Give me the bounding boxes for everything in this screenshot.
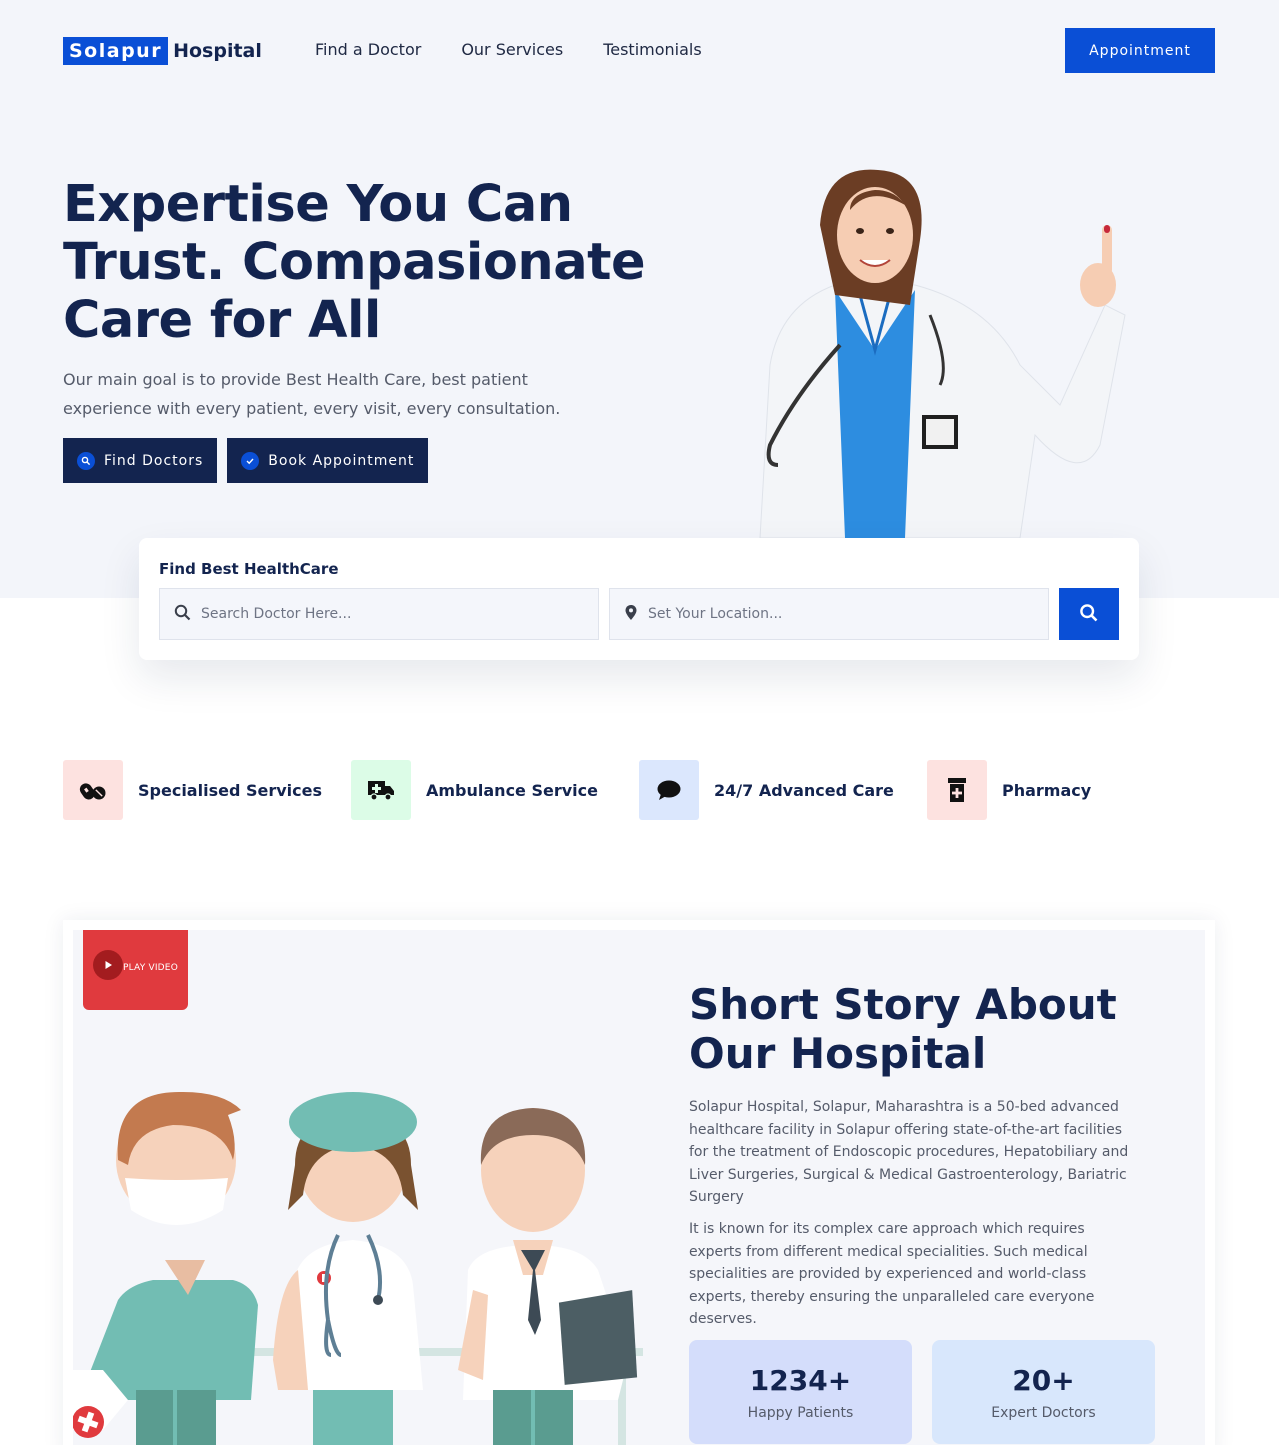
stat-value: 1234+ xyxy=(749,1364,852,1397)
prescription-bottle-icon xyxy=(927,760,987,820)
book-appointment-button[interactable]: Book Appointment xyxy=(227,438,429,483)
nav-link-testimonials[interactable]: Testimonials xyxy=(603,40,702,59)
about-paragraph-2: It is known for its complex care approac… xyxy=(689,1221,1095,1327)
logo[interactable]: Solapur Hospital xyxy=(63,37,262,65)
chat-bubble-icon xyxy=(639,760,699,820)
pills-icon xyxy=(63,760,123,820)
nav-link-our-services[interactable]: Our Services xyxy=(461,40,563,59)
search-submit-button[interactable] xyxy=(1059,588,1119,640)
book-appointment-label: Book Appointment xyxy=(268,452,415,469)
search-icon xyxy=(1079,603,1099,626)
ambulance-icon xyxy=(351,760,411,820)
find-doctors-button[interactable]: Find Doctors xyxy=(63,438,218,483)
play-video-button[interactable]: PLAY VIDEO xyxy=(83,930,188,1010)
hero-subtitle: Our main goal is to provide Best Health … xyxy=(63,370,561,418)
search-icon xyxy=(174,604,191,625)
feature-label: Pharmacy xyxy=(1002,780,1092,800)
hero-buttons: Find Doctors Book Appointment xyxy=(63,438,429,483)
about-section: PLAY VIDEO Short Story About Our Hospita… xyxy=(63,920,1215,1445)
top-nav: Solapur Hospital Find a Doctor Our Servi… xyxy=(63,28,1215,73)
feature-label: 24/7 Advanced Care xyxy=(714,780,894,800)
medical-staff-illustration xyxy=(73,1070,643,1445)
search-title: Find Best HealthCare xyxy=(159,560,339,578)
stat-card-patients: 1234+ Happy Patients xyxy=(689,1340,912,1444)
feature-pharmacy[interactable]: Pharmacy xyxy=(927,760,1091,820)
doctor-search-input[interactable] xyxy=(201,606,581,622)
nav-link-find-doctor[interactable]: Find a Doctor xyxy=(315,40,421,59)
check-icon xyxy=(241,451,260,470)
play-video-label: PLAY VIDEO xyxy=(123,963,178,973)
appointment-button[interactable]: Appointment xyxy=(1065,28,1215,73)
search-card: Find Best HealthCare xyxy=(139,538,1139,660)
search-icon xyxy=(77,451,95,470)
about-title: Short Story About Our Hospital xyxy=(689,980,1117,1078)
play-icon xyxy=(93,950,123,980)
doctor-image xyxy=(700,165,1150,538)
feature-specialised-services[interactable]: Specialised Services xyxy=(63,760,322,820)
about-paragraph-1: Solapur Hospital, Solapur, Maharashtra i… xyxy=(689,1099,1129,1205)
stat-label: Expert Doctors xyxy=(991,1405,1096,1421)
hero-title: Expertise You Can Trust. Compasionate Ca… xyxy=(63,175,646,350)
doctor-search-field xyxy=(159,588,599,640)
feature-label: Specialised Services xyxy=(138,780,322,800)
map-pin-icon xyxy=(624,604,638,625)
about-panel: PLAY VIDEO Short Story About Our Hospita… xyxy=(73,930,1205,1445)
feature-advanced-care[interactable]: 24/7 Advanced Care xyxy=(639,760,894,820)
feature-label: Ambulance Service xyxy=(426,780,598,800)
stat-card-doctors: 20+ Expert Doctors xyxy=(932,1340,1155,1444)
nav-links: Find a Doctor Our Services Testimonials xyxy=(315,40,702,59)
stat-label: Happy Patients xyxy=(747,1405,854,1421)
features-row: Specialised Services Ambulance Service 2… xyxy=(63,760,1215,820)
feature-ambulance-service[interactable]: Ambulance Service xyxy=(351,760,598,820)
logo-text: Hospital xyxy=(173,40,262,62)
find-doctors-label: Find Doctors xyxy=(104,452,204,469)
logo-box: Solapur xyxy=(63,37,169,65)
location-field xyxy=(609,588,1049,640)
location-input[interactable] xyxy=(648,606,1028,622)
stat-value: 20+ xyxy=(1012,1364,1075,1397)
